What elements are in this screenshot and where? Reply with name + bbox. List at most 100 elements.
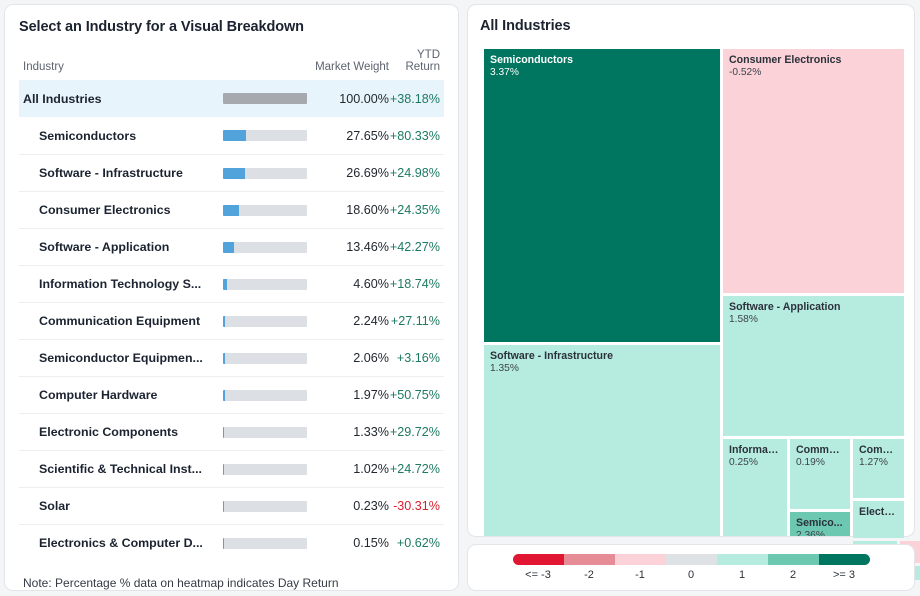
ytd-return-value: +50.75%: [389, 388, 440, 402]
bar-fill: [223, 204, 239, 216]
legend-swatch: [716, 554, 768, 565]
legend-label: <= -3: [525, 569, 551, 581]
column-header-industry: Industry: [23, 61, 64, 73]
treemap-tile[interactable]: Informati... 0.25%: [723, 439, 787, 536]
market-weight-bar: [223, 278, 311, 290]
market-weight-bar: [223, 167, 311, 179]
treemap-tile-label: Software - Application: [729, 301, 841, 313]
table-row[interactable]: Software - Application 13.46% +42.27%: [19, 228, 444, 265]
table-row[interactable]: Information Technology S... 4.60% +18.74%: [19, 265, 444, 302]
market-weight-bar: [223, 204, 311, 216]
treemap-tile[interactable]: Electroni...: [853, 501, 904, 538]
industry-name-cell: Electronics & Computer D...: [39, 536, 203, 550]
table-row[interactable]: Electronic Components 1.33% +29.72%: [19, 413, 444, 450]
column-header-market-weight: Market Weight: [315, 61, 389, 73]
legend-swatch: [614, 554, 666, 565]
market-weight-bar: [223, 241, 311, 253]
ytd-return-value: +38.18%: [389, 91, 440, 106]
table-header-row: Industry Market Weight YTD Return: [19, 49, 444, 80]
ytd-return-value: +27.11%: [390, 314, 440, 328]
bar-track: [223, 130, 307, 141]
treemap-tile-value: 3.37%: [490, 66, 519, 78]
ytd-return-value: +80.33%: [389, 128, 440, 143]
legend-swatch: [767, 554, 819, 565]
market-weight-value: 0.23%: [353, 499, 389, 513]
treemap-column: All Industries Semiconductors 3.37% Consum…: [467, 4, 920, 591]
bar-fill: [223, 93, 307, 104]
treemap-tile-label: Commu...: [796, 444, 844, 456]
treemap-tile[interactable]: Commu... 0.19%: [790, 439, 850, 509]
bar-track: [223, 93, 307, 104]
treemap-tile-label: Semiconductors: [490, 54, 574, 66]
market-weight-bar: [223, 463, 311, 475]
market-weight-value: 4.60%: [353, 277, 389, 291]
table-row[interactable]: All Industries 100.00% +38.18%: [19, 80, 444, 117]
bar-track: [223, 352, 307, 364]
legend-item: <= -3: [512, 554, 564, 581]
treemap-tile-value: 1.27%: [859, 456, 888, 468]
ytd-return-value: +29.72%: [389, 425, 440, 439]
industry-table-card: Select an Industry for a Visual Breakdow…: [4, 4, 459, 591]
treemap-tile-value: 0.25%: [729, 456, 758, 468]
market-weight-value: 1.97%: [353, 388, 389, 402]
treemap-tile[interactable]: Computer Hardware1.27%: [853, 439, 904, 498]
treemap-tile-label: Electroni...: [859, 506, 898, 518]
industry-name-cell: Information Technology S...: [39, 277, 202, 291]
industry-name-cell: Semiconductors: [39, 128, 137, 143]
treemap-tile[interactable]: Semiconductors 3.37%: [484, 49, 720, 342]
legend-item: -1: [614, 554, 666, 581]
bar-fill: [223, 500, 225, 512]
bar-fill: [223, 278, 227, 290]
market-weight-value: 13.46%: [346, 240, 389, 254]
legend-item: 2: [767, 554, 819, 581]
table-row[interactable]: Semiconductors 27.65% +80.33%: [19, 117, 444, 154]
industry-name-cell: All Industries: [23, 91, 102, 106]
table-row[interactable]: Software - Infrastructure 26.69% +24.98%: [19, 154, 444, 191]
treemap-card: All Industries Semiconductors 3.37% Consum…: [467, 4, 920, 580]
legend-label: >= 3: [832, 569, 856, 581]
market-weight-value: 1.33%: [353, 425, 389, 439]
table-row[interactable]: Computer Hardware 1.97% +50.75%: [19, 376, 444, 413]
treemap-tile[interactable]: Consumer Electronics -0.52%: [723, 49, 904, 293]
market-weight-value: 0.15%: [353, 536, 389, 550]
bar-fill: [223, 389, 225, 401]
table-row[interactable]: Communication Equipment 2.24% +27.11%: [19, 302, 444, 339]
treemap-tile-label: Computer Hardware: [859, 444, 898, 456]
ytd-return-value: +42.27%: [389, 240, 440, 254]
market-weight-bar: [223, 389, 311, 401]
industry-name-cell: Software - Application: [39, 240, 170, 254]
table-row[interactable]: Semiconductor Equipmen... 2.06% +3.16%: [19, 339, 444, 376]
treemap-tile-label: Software - Infrastructure: [490, 350, 614, 362]
legend-label: -2: [584, 569, 594, 581]
treemap-tile[interactable]: Software - Application 1.58%: [723, 296, 904, 436]
ytd-return-value: +24.98%: [389, 166, 440, 180]
treemap-tile[interactable]: Semico... 2.36%: [790, 512, 850, 536]
table-row[interactable]: Electronics & Computer D... 0.15% +0.62%: [19, 524, 444, 561]
table-row[interactable]: Consumer Electronics 18.60% +24.35%: [19, 191, 444, 228]
table-row[interactable]: Scientific & Technical Inst... 1.02% +24.7…: [19, 450, 444, 487]
ytd-return-value: -30.31%: [393, 499, 440, 513]
bar-fill: [223, 463, 225, 475]
ytd-return-value: +24.35%: [389, 203, 440, 217]
bar-fill: [223, 537, 225, 549]
column-header-ytd-return: YTD Return: [405, 49, 440, 73]
bar-track: [223, 315, 307, 327]
treemap-tile[interactable]: Software - Infrastructure 1.35%: [484, 345, 720, 536]
market-weight-bar: [223, 426, 311, 438]
market-weight-bar: [223, 352, 311, 364]
table-row[interactable]: Solar 0.23% -30.31%: [19, 487, 444, 524]
market-weight-value: 2.24%: [353, 314, 389, 328]
industry-name-cell: Electronic Components: [39, 425, 179, 439]
market-weight-value: 2.06%: [353, 351, 389, 365]
industry-name-cell: Software - Infrastructure: [39, 166, 183, 180]
industry-name-cell: Scientific & Technical Inst...: [39, 462, 202, 476]
legend-label: 0: [687, 569, 695, 581]
bar-track: [223, 463, 307, 475]
market-weight-bar: [223, 315, 311, 327]
ytd-return-value: +0.62%: [396, 536, 440, 550]
bar-track: [223, 389, 307, 401]
page-title: Select an Industry for a Visual Breakdow…: [19, 19, 304, 35]
legend-item: >= 3: [818, 554, 870, 581]
bar-track: [223, 167, 307, 179]
market-weight-value: 27.65%: [346, 128, 389, 143]
